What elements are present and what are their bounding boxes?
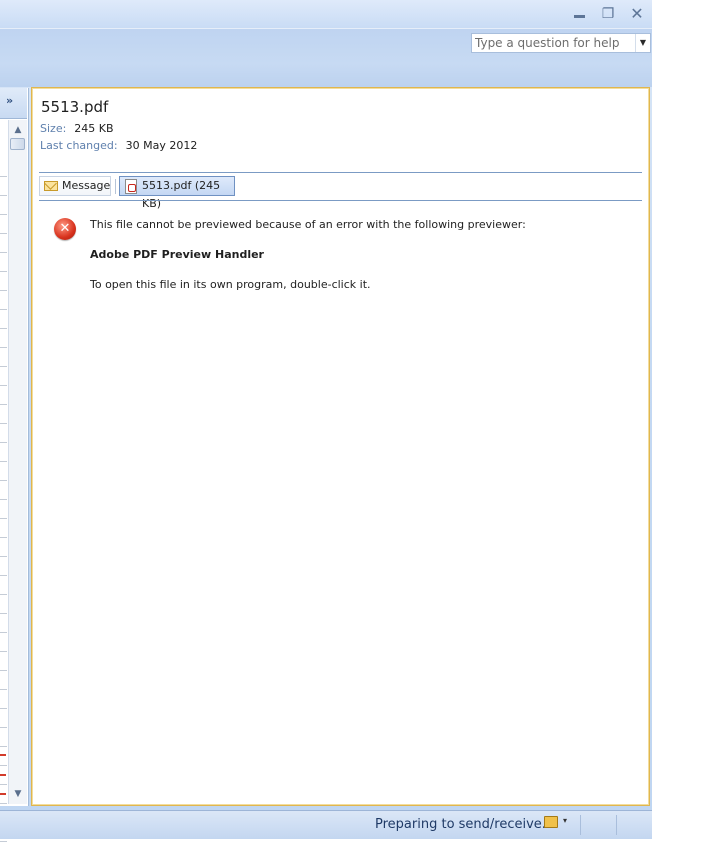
attachment-file-name: 5513.pdf: [41, 98, 109, 116]
attachment-separator: [115, 179, 116, 194]
message-row-edge[interactable]: [0, 442, 7, 443]
message-row-edge[interactable]: [0, 252, 7, 253]
envelope-icon: [44, 181, 58, 191]
expand-chevron-icon[interactable]: »: [6, 94, 13, 107]
message-row-edge[interactable]: [0, 613, 7, 614]
message-row-edge[interactable]: [0, 518, 7, 519]
last-changed-label: Last changed:: [40, 139, 118, 152]
message-tab-label: Message: [62, 179, 111, 192]
message-list-pane[interactable]: » ▲ ▼: [0, 88, 29, 842]
message-row-edge[interactable]: [0, 176, 7, 177]
message-row-edge[interactable]: [0, 784, 7, 785]
help-dropdown-button[interactable]: ▼: [635, 34, 650, 52]
follow-up-flag-icon[interactable]: [0, 754, 6, 756]
message-row-edge[interactable]: [0, 328, 7, 329]
message-row-edge[interactable]: [0, 803, 7, 804]
status-divider: [616, 815, 617, 835]
message-row-edge[interactable]: [0, 423, 7, 424]
open-file-hint: To open this file in its own program, do…: [90, 278, 371, 291]
message-row-edge[interactable]: [0, 594, 7, 595]
size-value: 245 KB: [74, 122, 114, 135]
preview-error-message: This file cannot be previewed because of…: [90, 218, 526, 231]
message-row-edge[interactable]: [0, 366, 7, 367]
close-button[interactable]: ✕: [626, 5, 648, 23]
status-dropdown-icon[interactable]: ▾: [563, 816, 567, 825]
restore-icon: ❐: [601, 6, 615, 22]
message-row-edge[interactable]: [0, 271, 7, 272]
message-list-header[interactable]: »: [0, 88, 27, 119]
message-row-edge[interactable]: [0, 746, 7, 747]
message-tab-button[interactable]: Message: [39, 176, 111, 196]
reading-pane-inner: 5513.pdf Size: 245 KB Last changed: 30 May…: [32, 88, 649, 805]
message-row-edge[interactable]: [0, 670, 7, 671]
message-row-edge[interactable]: [0, 708, 7, 709]
scrollbar-thumb[interactable]: [10, 138, 25, 150]
attachment-bar-top-rule: [39, 172, 642, 173]
help-search-input[interactable]: [472, 34, 637, 52]
message-row-edge[interactable]: [0, 651, 7, 652]
message-row-edge[interactable]: [0, 195, 7, 196]
message-row-edge[interactable]: [0, 727, 7, 728]
scroll-up-arrow-icon[interactable]: ▲: [9, 122, 27, 138]
message-row-edge[interactable]: [0, 499, 7, 500]
close-icon: ✕: [630, 4, 644, 23]
status-divider: [580, 815, 581, 835]
pdf-attachment-label: 5513.pdf (245 KB): [142, 179, 221, 210]
message-row-edge[interactable]: [0, 404, 7, 405]
status-text: Preparing to send/receive...: [375, 817, 555, 832]
pdf-attachment-button[interactable]: 5513.pdf (245 KB): [119, 176, 235, 210]
file-size-row: Size: 245 KB: [40, 122, 114, 135]
follow-up-flag-icon[interactable]: [0, 793, 6, 795]
message-row-edge[interactable]: [0, 556, 7, 557]
restore-button[interactable]: ❐: [597, 5, 619, 23]
pdf-icon: [125, 179, 137, 194]
last-changed-row: Last changed: 30 May 2012: [40, 139, 197, 152]
help-search-box[interactable]: ▼: [471, 33, 651, 53]
status-bar: Preparing to send/receive... ▾: [0, 810, 652, 839]
previewer-name: Adobe PDF Preview Handler: [90, 248, 264, 261]
message-row-edge[interactable]: [0, 290, 7, 291]
message-row-edge[interactable]: [0, 461, 7, 462]
scroll-down-arrow-icon[interactable]: ▼: [9, 786, 27, 802]
message-row-edge[interactable]: [0, 347, 7, 348]
minimize-icon: [573, 15, 585, 18]
message-row-edge[interactable]: [0, 480, 7, 481]
title-bar: ❐ ✕: [0, 0, 652, 28]
follow-up-flag-icon[interactable]: [0, 774, 6, 776]
reading-pane: 5513.pdf Size: 245 KB Last changed: 30 May…: [31, 87, 650, 806]
last-changed-value: 30 May 2012: [125, 139, 198, 152]
message-row-edge[interactable]: [0, 233, 7, 234]
message-row-edge[interactable]: [0, 537, 7, 538]
error-icon: ✕: [54, 218, 76, 240]
message-row-edge[interactable]: [0, 309, 7, 310]
message-list-scrollbar[interactable]: ▲ ▼: [8, 120, 27, 804]
size-label: Size:: [40, 122, 67, 135]
message-row-edge[interactable]: [0, 765, 7, 766]
message-row-edge[interactable]: [0, 689, 7, 690]
attachment-bar-bottom-rule: [39, 200, 642, 201]
send-receive-folder-icon[interactable]: [544, 816, 558, 828]
chevron-down-icon: ▼: [639, 38, 647, 47]
outlook-window: ❐ ✕ ▼ » ▲ ▼ 5513.pdf Size:245 KB La: [0, 0, 652, 842]
message-row-edge[interactable]: [0, 385, 7, 386]
message-row-edge[interactable]: [0, 575, 7, 576]
message-row-edge[interactable]: [0, 214, 7, 215]
message-row-edge[interactable]: [0, 632, 7, 633]
minimize-button[interactable]: [568, 5, 590, 23]
